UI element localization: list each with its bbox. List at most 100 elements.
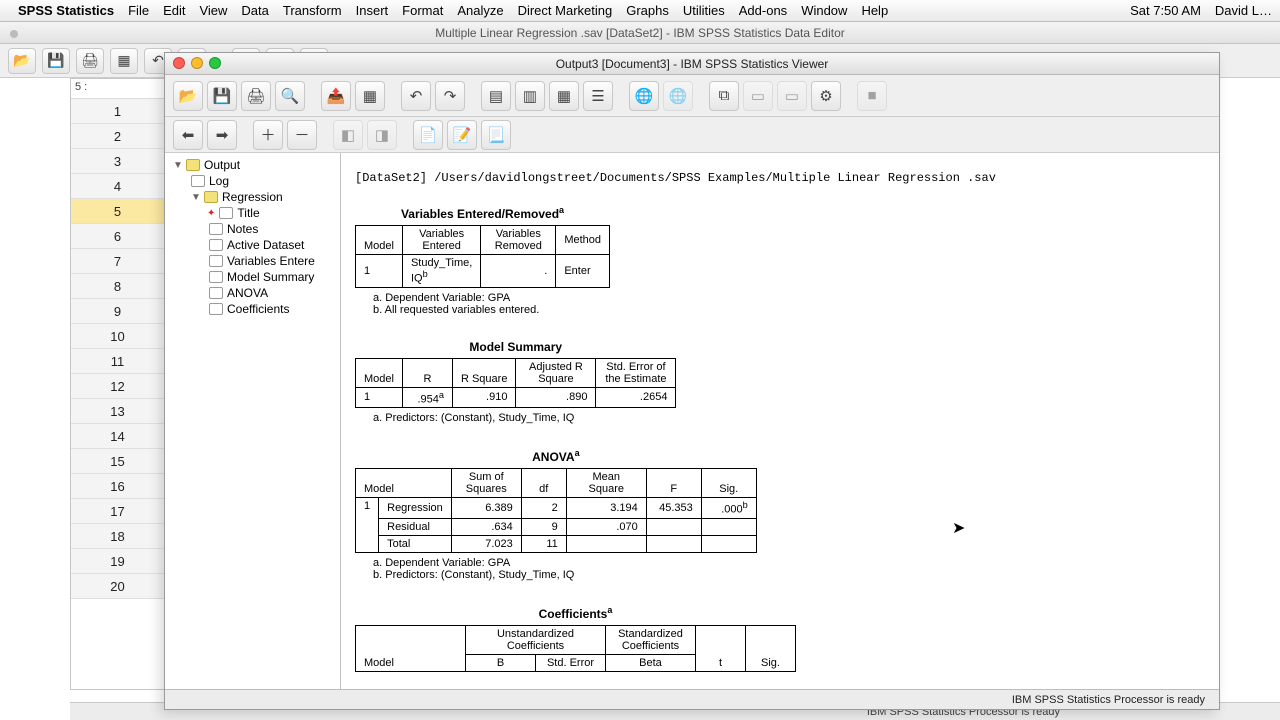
menubar-clock[interactable]: Sat 7:50 AM bbox=[1130, 3, 1201, 18]
data-editor-grid: 5 : 1 2 3 4 5 6 7 8 9 10 11 12 13 14 15 … bbox=[70, 78, 165, 690]
menu-utilities[interactable]: Utilities bbox=[683, 3, 725, 18]
menu-insert[interactable]: Insert bbox=[356, 3, 389, 18]
open-icon[interactable]: 📂 bbox=[8, 48, 36, 74]
row-header[interactable]: 20 bbox=[71, 574, 164, 599]
demote-icon: ◨ bbox=[367, 120, 397, 150]
undo-icon[interactable]: ↶ bbox=[401, 81, 431, 111]
globe-dis-icon: 🌐 bbox=[663, 81, 693, 111]
promote-icon: ◧ bbox=[333, 120, 363, 150]
print-icon[interactable]: 🖨 bbox=[76, 48, 104, 74]
anova-table[interactable]: ANOVAa ModelSum of SquaresdfMean SquareF… bbox=[355, 448, 1205, 581]
output-content-pane[interactable]: [DataSet2] /Users/davidlongstreet/Docume… bbox=[341, 153, 1219, 690]
nav-forward-icon[interactable]: ➡ bbox=[207, 120, 237, 150]
insert-text-icon[interactable]: 📃 bbox=[481, 120, 511, 150]
goto-case-icon[interactable]: ▥ bbox=[515, 81, 545, 111]
menu-format[interactable]: Format bbox=[402, 3, 443, 18]
viewer-toolbar-2: ⬅ ➡ ＋ － ◧ ◨ 📄 📝 📃 bbox=[165, 117, 1219, 153]
outline-notes[interactable]: Notes bbox=[167, 221, 338, 237]
app-name[interactable]: SPSS Statistics bbox=[18, 3, 114, 18]
menu-file[interactable]: File bbox=[128, 3, 149, 18]
row-header[interactable]: 1 bbox=[71, 99, 164, 124]
menubar-user[interactable]: David L… bbox=[1215, 3, 1272, 18]
row-header[interactable]: 4 bbox=[71, 174, 164, 199]
mac-menubar: SPSS Statistics File Edit View Data Tran… bbox=[0, 0, 1280, 22]
row-header[interactable]: 12 bbox=[71, 374, 164, 399]
viewer-toolbar-1: 📂 💾 🖨 🔍 📤 ▦ ↶ ↷ ▤ ▥ ▦ ☰ 🌐 🌐 ⧉ ▭ ▭ ⚙ ■ bbox=[165, 75, 1219, 117]
row-header[interactable]: 5 bbox=[71, 199, 164, 224]
copy-special-icon: ▭ bbox=[743, 81, 773, 111]
outline-model-summary[interactable]: Model Summary bbox=[167, 269, 338, 285]
menu-edit[interactable]: Edit bbox=[163, 3, 185, 18]
print-preview-icon[interactable]: 🔍 bbox=[275, 81, 305, 111]
output-viewer-window: Output3 [Document3] - IBM SPSS Statistic… bbox=[164, 52, 1220, 710]
bg-window-title: Multiple Linear Regression .sav [DataSet… bbox=[435, 26, 845, 40]
row-header[interactable]: 10 bbox=[71, 324, 164, 349]
row-header[interactable]: 14 bbox=[71, 424, 164, 449]
stop-icon: ■ bbox=[857, 81, 887, 111]
zoom-button[interactable] bbox=[209, 57, 221, 69]
menu-transform[interactable]: Transform bbox=[283, 3, 342, 18]
row-header[interactable]: 19 bbox=[71, 549, 164, 574]
bg-window-titlebar: Multiple Linear Regression .sav [DataSet… bbox=[0, 22, 1280, 44]
menu-addons[interactable]: Add-ons bbox=[739, 3, 787, 18]
globe-icon[interactable]: 🌐 bbox=[629, 81, 659, 111]
insert-title-icon[interactable]: 📝 bbox=[447, 120, 477, 150]
viewer-status-bar: IBM SPSS Statistics Processor is ready bbox=[165, 689, 1219, 709]
insert-heading-icon[interactable]: 📄 bbox=[413, 120, 443, 150]
outline-title[interactable]: ✦Title bbox=[167, 205, 338, 221]
row-header[interactable]: 15 bbox=[71, 449, 164, 474]
coefficients-table[interactable]: Coefficientsa ModelUnstandardized Coeffi… bbox=[355, 605, 1205, 676]
dataset-path: [DataSet2] /Users/davidlongstreet/Docume… bbox=[355, 171, 1205, 185]
row-header[interactable]: 9 bbox=[71, 299, 164, 324]
row-header[interactable]: 8 bbox=[71, 274, 164, 299]
menu-direct-marketing[interactable]: Direct Marketing bbox=[518, 3, 613, 18]
row-header[interactable]: 18 bbox=[71, 524, 164, 549]
minimize-button[interactable] bbox=[191, 57, 203, 69]
run-script-icon[interactable]: ⚙ bbox=[811, 81, 841, 111]
viewer-title: Output3 [Document3] - IBM SPSS Statistic… bbox=[556, 57, 829, 71]
row-header[interactable]: 2 bbox=[71, 124, 164, 149]
recall-dialog-icon[interactable]: ▦ bbox=[355, 81, 385, 111]
outline-coefficients[interactable]: Coefficients bbox=[167, 301, 338, 317]
row-header[interactable]: 6 bbox=[71, 224, 164, 249]
row-header[interactable]: 3 bbox=[71, 149, 164, 174]
menu-window[interactable]: Window bbox=[801, 3, 847, 18]
row-header[interactable]: 7 bbox=[71, 249, 164, 274]
row-header[interactable]: 16 bbox=[71, 474, 164, 499]
outline-pane[interactable]: ▼Output Log ▼Regression ✦Title Notes Act… bbox=[165, 153, 341, 690]
designate-window-icon[interactable]: ⧉ bbox=[709, 81, 739, 111]
model-summary-table[interactable]: Model Summary ModelRR SquareAdjusted R S… bbox=[355, 340, 1205, 425]
selected-cell-indicator: 5 : bbox=[71, 79, 164, 99]
menu-graphs[interactable]: Graphs bbox=[626, 3, 669, 18]
recall-dialog-icon[interactable]: ▦ bbox=[110, 48, 138, 74]
row-header[interactable]: 11 bbox=[71, 349, 164, 374]
outline-variables-entered[interactable]: Variables Entere bbox=[167, 253, 338, 269]
variables-icon[interactable]: ▦ bbox=[549, 81, 579, 111]
menu-help[interactable]: Help bbox=[861, 3, 888, 18]
outline-output[interactable]: ▼Output bbox=[167, 157, 338, 173]
viewer-titlebar[interactable]: Output3 [Document3] - IBM SPSS Statistic… bbox=[165, 53, 1219, 75]
paste-icon: ▭ bbox=[777, 81, 807, 111]
menu-view[interactable]: View bbox=[199, 3, 227, 18]
variables-entered-table[interactable]: Variables Entered/Removeda ModelVariable… bbox=[355, 205, 1205, 316]
outline-regression[interactable]: ▼Regression bbox=[167, 189, 338, 205]
row-header[interactable]: 13 bbox=[71, 399, 164, 424]
outline-log[interactable]: Log bbox=[167, 173, 338, 189]
outline-anova[interactable]: ANOVA bbox=[167, 285, 338, 301]
goto-data-icon[interactable]: ▤ bbox=[481, 81, 511, 111]
outline-active-dataset[interactable]: Active Dataset bbox=[167, 237, 338, 253]
collapse-icon[interactable]: － bbox=[287, 120, 317, 150]
save-icon[interactable]: 💾 bbox=[207, 81, 237, 111]
save-icon[interactable]: 💾 bbox=[42, 48, 70, 74]
select-cases-icon[interactable]: ☰ bbox=[583, 81, 613, 111]
redo-icon[interactable]: ↷ bbox=[435, 81, 465, 111]
export-icon[interactable]: 📤 bbox=[321, 81, 351, 111]
nav-back-icon[interactable]: ⬅ bbox=[173, 120, 203, 150]
open-icon[interactable]: 📂 bbox=[173, 81, 203, 111]
row-header[interactable]: 17 bbox=[71, 499, 164, 524]
close-button[interactable] bbox=[173, 57, 185, 69]
menu-analyze[interactable]: Analyze bbox=[457, 3, 503, 18]
expand-icon[interactable]: ＋ bbox=[253, 120, 283, 150]
print-icon[interactable]: 🖨 bbox=[241, 81, 271, 111]
menu-data[interactable]: Data bbox=[241, 3, 268, 18]
